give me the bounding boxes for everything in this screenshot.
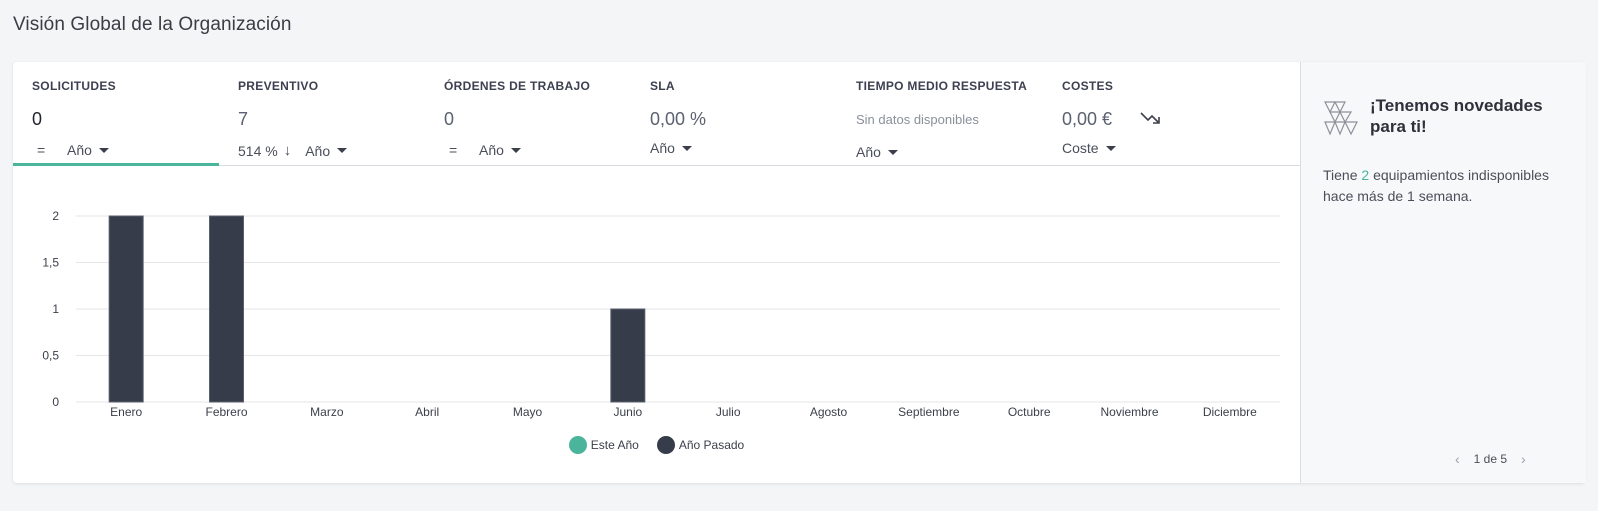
legend-dot: [568, 436, 587, 454]
x-tick-label: Octubre: [1008, 405, 1051, 419]
y-tick-label: 2: [52, 209, 59, 223]
trend-equal-icon: =: [449, 142, 458, 158]
period-dropdown[interactable]: Año: [650, 140, 692, 156]
period-dropdown-label: Año: [856, 144, 881, 160]
trend-percentage: 514 %: [238, 142, 278, 159]
period-dropdown[interactable]: Año: [67, 142, 109, 158]
x-tick-label: Marzo: [310, 405, 344, 419]
legend-label: Este Año: [590, 438, 639, 452]
period-dropdown-label: Año: [305, 142, 331, 159]
legend-item-this-year[interactable]: Este Año: [568, 436, 639, 454]
x-tick-label: Junio: [613, 405, 642, 419]
period-dropdown-label: Año: [650, 140, 675, 156]
x-tick-label: Abril: [415, 405, 439, 419]
period-dropdown-label: Coste: [1062, 140, 1099, 156]
kpi-tabs: SOLICITUDES 0 = Año PREVENTIVO 7 514 % ↓: [13, 62, 1300, 166]
triangles-logo-icon: [1324, 101, 1358, 136]
bar-last-year[interactable]: [209, 215, 244, 403]
kpi-value: 0,00 %: [650, 109, 707, 129]
news-message: Tiene 2 equipamientos indisponibles hace…: [1323, 165, 1553, 207]
caret-down-icon: [510, 147, 521, 153]
kpi-tab-tiempo-medio-respuesta[interactable]: TIEMPO MEDIO RESPUESTA Sin datos disponi…: [837, 62, 1043, 165]
trending-down-icon: [1140, 112, 1160, 124]
kpi-tab-ordenes-trabajo[interactable]: ÓRDENES DE TRABAJO 0 = Año: [425, 62, 631, 165]
x-tick-label: Agosto: [810, 405, 848, 419]
legend-dot: [656, 436, 675, 454]
legend-item-last-year[interactable]: Año Pasado: [656, 436, 745, 454]
kpi-label: ÓRDENES DE TRABAJO: [444, 79, 591, 93]
x-tick-label: Noviembre: [1100, 405, 1158, 419]
kpi-label: PREVENTIVO: [238, 79, 319, 93]
x-tick-label: Julio: [716, 405, 741, 419]
kpi-label: SLA: [650, 79, 675, 93]
caret-down-icon: [887, 149, 898, 155]
kpi-value: Sin datos disponibles: [856, 112, 979, 127]
caret-down-icon: [98, 147, 109, 153]
kpi-tab-sla[interactable]: SLA 0,00 % Año: [631, 62, 837, 165]
news-panel: ¡Tenemos novedades para ti! Tiene 2 equi…: [1300, 62, 1586, 483]
x-tick-label: Septiembre: [898, 405, 960, 419]
news-pager: ‹ 1 de 5 ›: [1451, 451, 1530, 467]
kpi-label: SOLICITUDES: [32, 79, 116, 93]
legend-label: Año Pasado: [678, 438, 745, 452]
caret-down-icon: [1105, 145, 1116, 151]
x-tick-label: Enero: [110, 405, 142, 419]
period-dropdown[interactable]: Año: [305, 142, 348, 159]
kpi-value: 7: [238, 109, 249, 129]
kpi-value: 0,00 €: [1062, 109, 1113, 129]
kpi-label: COSTES: [1062, 79, 1114, 93]
x-tick-label: Febrero: [205, 405, 247, 419]
trend-equal-icon: =: [37, 142, 46, 158]
bar-last-year[interactable]: [108, 215, 144, 403]
period-dropdown[interactable]: Año: [856, 144, 898, 160]
period-dropdown[interactable]: Año: [479, 142, 521, 158]
x-tick-label: Diciembre: [1203, 405, 1257, 419]
y-tick-label: 1: [52, 302, 59, 316]
overview-main: SOLICITUDES 0 = Año PREVENTIVO 7 514 % ↓: [13, 62, 1300, 483]
y-tick-label: 0: [52, 395, 59, 409]
caret-down-icon: [337, 148, 348, 153]
kpi-value: 0: [32, 109, 43, 129]
page-title: Visión Global de la Organización: [13, 14, 292, 35]
news-title: ¡Tenemos novedades para ti!: [1370, 96, 1543, 136]
news-message-prefix: Tiene: [1323, 167, 1362, 183]
kpi-value: 0: [444, 109, 455, 129]
arrow-down-icon: ↓: [283, 142, 292, 159]
caret-down-icon: [681, 145, 692, 151]
bar-last-year[interactable]: [610, 308, 646, 403]
pager-next-button[interactable]: ›: [1517, 451, 1530, 467]
organization-overview-card: SOLICITUDES 0 = Año PREVENTIVO 7 514 % ↓: [13, 62, 1586, 483]
kpi-tab-preventivo[interactable]: PREVENTIVO 7 514 % ↓ Año: [219, 62, 425, 165]
y-tick-label: 1,5: [42, 256, 59, 270]
y-tick-label: 0,5: [42, 349, 59, 363]
pager-label: 1 de 5: [1473, 452, 1508, 466]
chart-legend: Este Año Año Pasado: [13, 436, 1300, 454]
kpi-label: TIEMPO MEDIO RESPUESTA: [856, 79, 1028, 93]
pager-prev-button[interactable]: ‹: [1451, 451, 1464, 467]
period-dropdown-label: Año: [479, 142, 504, 158]
period-dropdown-label: Año: [67, 142, 92, 158]
cost-type-dropdown[interactable]: Coste: [1062, 140, 1116, 156]
kpi-tab-solicitudes[interactable]: SOLICITUDES 0 = Año: [13, 62, 219, 166]
x-tick-label: Mayo: [513, 405, 543, 419]
